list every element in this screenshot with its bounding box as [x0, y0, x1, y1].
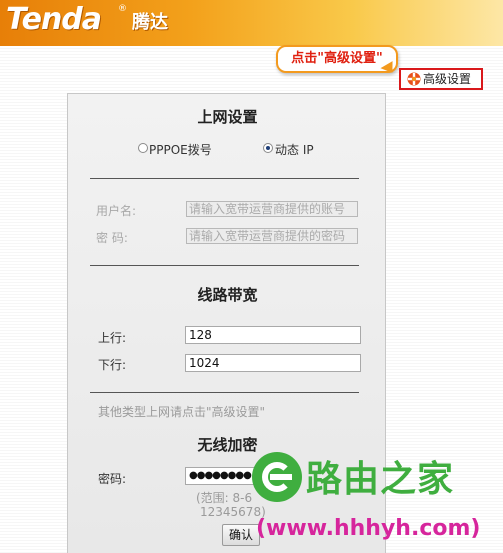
divider	[90, 178, 359, 179]
pppoe-label[interactable]: PPPOE拨号	[149, 141, 212, 158]
other-types-note: 其他类型上网请点击"高级设置"	[98, 405, 266, 419]
header-banner: Tenda ® 腾达	[0, 0, 503, 46]
wifi-password-label: 密码:	[98, 472, 127, 486]
password-input[interactable]: 请输入宽带运营商提供的密码	[186, 228, 358, 244]
upload-input[interactable]: 128	[185, 326, 361, 344]
advanced-settings-callout: 点击"高级设置"	[276, 45, 398, 73]
confirm-button[interactable]: 确认	[222, 524, 260, 546]
pppoe-radio[interactable]	[138, 143, 148, 153]
advanced-settings-label[interactable]: 高级设置	[423, 70, 471, 88]
wan-settings-title: 上网设置	[197, 108, 258, 126]
advanced-settings-link[interactable]: 高级设置	[399, 68, 483, 90]
tenda-logo: Tenda	[6, 2, 102, 37]
divider	[90, 265, 359, 266]
watermark-logo-bar	[270, 474, 292, 480]
divider	[90, 392, 359, 393]
brand-name: Tenda	[6, 2, 102, 37]
watermark-logo-icon	[252, 452, 302, 502]
gear-icon	[407, 72, 421, 86]
username-input[interactable]: 请输入宽带运营商提供的账号	[186, 201, 358, 217]
password-label: 密 码:	[96, 231, 128, 245]
watermark-url: (www.hhhyh.com)	[256, 516, 481, 541]
registered-mark: ®	[118, 4, 127, 14]
watermark-title: 路由之家	[306, 459, 455, 500]
download-label: 下行:	[98, 358, 127, 372]
upload-label: 上行:	[98, 331, 127, 345]
password-range-hint: (范围: 8-6	[196, 491, 253, 505]
brand-name-cn: 腾达	[132, 12, 168, 33]
bandwidth-title: 线路带宽	[197, 286, 258, 304]
username-label: 用户名:	[96, 204, 137, 218]
download-input[interactable]: 1024	[185, 354, 361, 372]
dynamic-ip-label[interactable]: 动态 IP	[275, 141, 314, 158]
dynamic-ip-radio[interactable]	[263, 143, 273, 153]
